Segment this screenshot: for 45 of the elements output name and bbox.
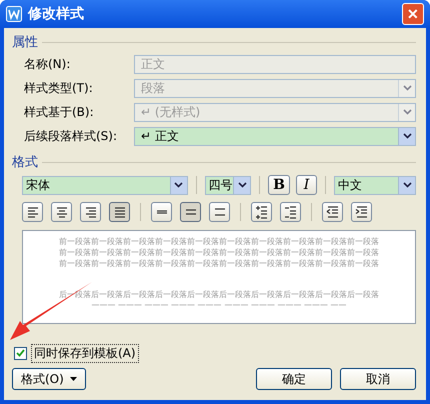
align-right-button[interactable] <box>80 202 101 222</box>
spacing-double-button[interactable] <box>209 202 230 222</box>
checkbox[interactable] <box>14 346 27 360</box>
preview-line: 一一一 一一一 一一一 一一一 一一一 一一一 一一一 一一一 一一一 一一 <box>92 300 346 311</box>
size-dropdown[interactable]: 四号 <box>204 176 252 194</box>
indent-decrease-button[interactable] <box>322 202 343 222</box>
field-label: 后续段落样式(S): <box>23 128 118 144</box>
language-dropdown[interactable]: 中文 <box>334 176 416 194</box>
align-justify-button[interactable] <box>109 202 130 222</box>
app-logo-icon <box>6 6 22 22</box>
spacing-half-button[interactable] <box>180 202 201 222</box>
preview-line: 前一段落前一段落前一段落前一段落前一段落前一段落前一段落前一段落前一段落前一段落 <box>59 236 379 247</box>
field-label: 样式类型(T): <box>23 80 94 96</box>
space-decrease-button[interactable] <box>280 202 301 222</box>
space-decrease-icon <box>282 204 298 220</box>
spacing-double-icon <box>214 208 226 216</box>
space-increase-icon <box>254 204 270 220</box>
caret-icon <box>70 377 77 381</box>
section-heading: 格式 <box>12 154 38 171</box>
preview-line: 前一段落前一段落前一段落前一段落前一段落前一段落前一段落前一段落前一段落前一段落 <box>59 247 379 258</box>
cancel-button[interactable]: 取消 <box>340 368 416 390</box>
spacing-single-icon <box>156 210 168 214</box>
section-heading: 属性 <box>12 34 38 51</box>
align-center-button[interactable] <box>51 202 72 222</box>
bold-button[interactable]: B <box>268 175 290 195</box>
field-label: 样式基于(B): <box>23 104 95 120</box>
spacing-single-button[interactable] <box>151 202 172 222</box>
checkbox-label[interactable]: 同时保存到模板(A) <box>31 344 139 362</box>
dropdown[interactable]: ↵ 正文 <box>134 126 416 146</box>
check-icon <box>16 349 25 357</box>
italic-button[interactable]: I <box>296 175 318 195</box>
preview-line: 前一段落前一段落前一段落前一段落前一段落前一段落前一段落前一段落前一段落前一段落 <box>59 258 379 269</box>
spacing-half-icon <box>184 209 196 215</box>
font-dropdown[interactable]: 宋体 <box>22 176 188 194</box>
space-increase-button[interactable] <box>251 202 272 222</box>
indent-decrease-icon <box>324 204 340 220</box>
field-label: 名称(N): <box>23 56 72 72</box>
ok-button[interactable]: 确定 <box>256 368 332 390</box>
align-left-button[interactable] <box>22 202 43 222</box>
indent-increase-button[interactable] <box>351 202 372 222</box>
preview-line: 后一段落后一段落后一段落后一段落后一段落后一段落后一段落后一段落后一段落后一段落 <box>59 289 379 300</box>
format-menu-button[interactable]: 格式(O) <box>12 368 86 390</box>
window-title: 修改样式 <box>28 5 85 23</box>
indent-increase-icon <box>354 204 370 220</box>
close-button[interactable]: ✕ <box>402 3 424 25</box>
